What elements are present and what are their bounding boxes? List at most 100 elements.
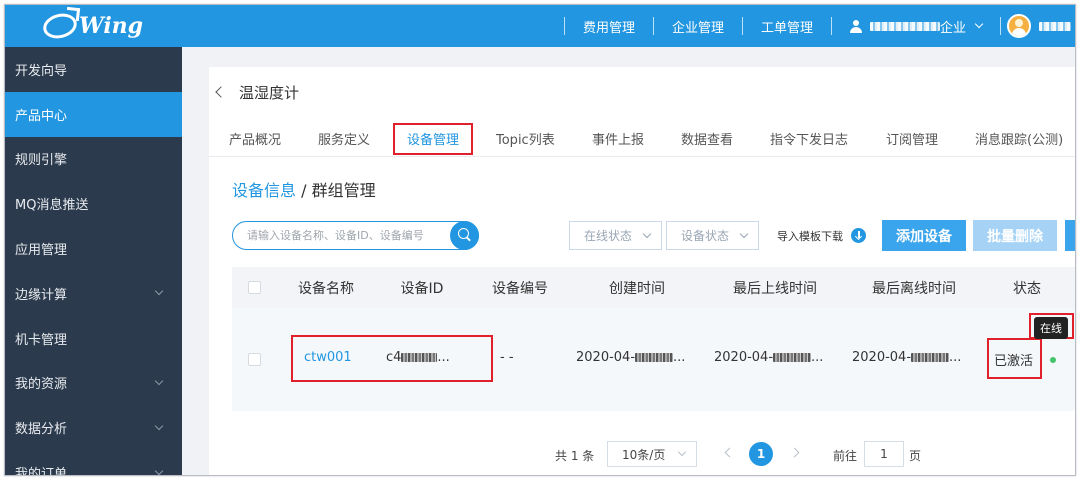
table-row: ctw001 c4... - - 2020-04-... 2020-04-...… bbox=[232, 308, 1075, 411]
device-id-suffix: ... bbox=[437, 350, 450, 365]
last-offline-suffix: ... bbox=[949, 350, 962, 365]
tab-label: 事件上报 bbox=[592, 133, 645, 148]
device-status-select[interactable]: 设备状态 bbox=[666, 221, 759, 250]
sidebar-item-data-analysis[interactable]: 数据分析 bbox=[5, 405, 182, 450]
batch-delete-button[interactable]: 批量删除 bbox=[973, 220, 1057, 251]
sidebar-item-mq-push[interactable]: MQ消息推送 bbox=[5, 181, 182, 226]
online-status-select[interactable]: 在线状态 bbox=[569, 221, 662, 250]
pagination: 共 1 条 10条/页 1 前往 页 bbox=[209, 439, 1075, 469]
main-content: 温湿度计 产品概况 服务定义 设备管理 Topic列表 事件上报 数据查看 指令… bbox=[182, 47, 1075, 475]
company-suffix: 企业 bbox=[939, 20, 966, 36]
page-size-select[interactable]: 10条/页 bbox=[607, 441, 697, 467]
tab-event-report[interactable]: 事件上报 bbox=[592, 121, 644, 157]
template-download-label: 导入模板下载 bbox=[777, 229, 843, 243]
search-input[interactable] bbox=[233, 222, 443, 249]
created-time-prefix: 2020-04- bbox=[576, 350, 636, 365]
goto-page-input[interactable] bbox=[864, 441, 904, 467]
chevron-down-icon bbox=[678, 447, 687, 457]
nav-billing[interactable]: 费用管理 bbox=[565, 17, 653, 36]
tab-label: Topic列表 bbox=[496, 133, 555, 148]
sidebar-item-sim-management[interactable]: 机卡管理 bbox=[5, 316, 182, 361]
sidebar-item-dev-guide[interactable]: 开发向导 bbox=[5, 47, 182, 92]
tab-device-management[interactable]: 设备管理 bbox=[393, 121, 474, 157]
top-bar: Wing 费用管理 企业管理 工单管理 企业 bbox=[5, 5, 1075, 47]
chevron-down-icon bbox=[739, 229, 749, 238]
sidebar-item-label: 我的资源 bbox=[15, 377, 68, 393]
sidebar-item-product-center[interactable]: 产品中心 bbox=[5, 91, 182, 137]
tab-message-tracking[interactable]: 消息跟踪(公测) bbox=[975, 121, 1063, 157]
tab-command-log[interactable]: 指令下发日志 bbox=[770, 121, 848, 157]
search-icon[interactable] bbox=[450, 221, 479, 250]
tab-label: 服务定义 bbox=[318, 133, 371, 148]
tab-topic-list[interactable]: Topic列表 bbox=[496, 121, 555, 157]
page-title: 温湿度计 bbox=[239, 83, 300, 102]
device-id: c4... bbox=[386, 350, 450, 365]
select-value: 10条/页 bbox=[622, 447, 666, 462]
redacted bbox=[911, 353, 950, 362]
logo[interactable]: Wing bbox=[40, 10, 144, 42]
add-device-button[interactable]: 添加设备 bbox=[882, 220, 966, 251]
nav-enterprise[interactable]: 企业管理 bbox=[654, 17, 742, 36]
sidebar-item-label: 规则引擎 bbox=[15, 153, 68, 169]
online-dot-icon bbox=[1050, 357, 1056, 363]
table-header: 设备名称 设备ID 设备编号 创建时间 最后上线时间 最后离线时间 状态 bbox=[232, 267, 1075, 308]
more-button[interactable] bbox=[1065, 220, 1075, 251]
row-checkbox[interactable] bbox=[248, 353, 261, 366]
column-header-last-offline: 最后离线时间 bbox=[872, 280, 956, 297]
sidebar-item-label: 应用管理 bbox=[15, 243, 68, 259]
logo-text: Wing bbox=[79, 13, 144, 39]
sidebar-item-rule-engine[interactable]: 规则引擎 bbox=[5, 137, 182, 182]
template-download-link[interactable]: 导入模板下载 bbox=[777, 221, 866, 250]
column-header-device-name: 设备名称 bbox=[298, 280, 354, 297]
tab-subscriptions[interactable]: 订阅管理 bbox=[886, 121, 938, 157]
sidebar-item-edge-computing[interactable]: 边缘计算 bbox=[5, 271, 182, 316]
company-name-redacted bbox=[869, 21, 940, 31]
company-switcher[interactable]: 企业 bbox=[832, 17, 1000, 36]
last-online-prefix: 2020-04- bbox=[714, 350, 774, 365]
breadcrumb-current: 群组管理 bbox=[311, 181, 376, 200]
page-unit: 页 bbox=[909, 449, 922, 463]
search-box bbox=[232, 221, 479, 250]
next-page-icon[interactable] bbox=[789, 447, 800, 458]
breadcrumb: 设备信息 / 群组管理 bbox=[232, 177, 376, 201]
logo-ring-icon bbox=[40, 10, 80, 42]
nav-tickets[interactable]: 工单管理 bbox=[743, 17, 831, 36]
user-icon bbox=[849, 19, 862, 33]
back-arrow-icon[interactable] bbox=[215, 86, 227, 98]
content-panel: 温湿度计 产品概况 服务定义 设备管理 Topic列表 事件上报 数据查看 指令… bbox=[209, 67, 1075, 475]
last-offline-prefix: 2020-04- bbox=[852, 350, 912, 365]
tab-service-definition[interactable]: 服务定义 bbox=[318, 121, 370, 157]
device-name-link[interactable]: ctw001 bbox=[304, 350, 352, 365]
created-time: 2020-04-... bbox=[576, 350, 685, 365]
total-count: 共 1 条 bbox=[555, 449, 595, 463]
sidebar-item-my-resources[interactable]: 我的资源 bbox=[5, 361, 182, 406]
sidebar-item-label: 边缘计算 bbox=[15, 287, 68, 303]
column-header-status: 状态 bbox=[1013, 280, 1041, 297]
page-header: 温湿度计 bbox=[209, 67, 299, 117]
avatar[interactable] bbox=[1007, 14, 1031, 38]
redacted bbox=[773, 353, 812, 362]
chevron-down-icon bbox=[642, 229, 652, 238]
chevron-down-icon bbox=[974, 19, 984, 29]
sidebar-item-label: 产品中心 bbox=[15, 108, 68, 124]
tab-label: 消息跟踪(公测) bbox=[975, 133, 1064, 148]
sidebar-item-my-orders[interactable]: 我的订单 bbox=[5, 450, 182, 475]
divider bbox=[1000, 17, 1001, 35]
select-all-checkbox[interactable] bbox=[248, 281, 261, 294]
highlight-box bbox=[393, 122, 474, 155]
prev-page-icon[interactable] bbox=[724, 447, 735, 458]
page-number-current[interactable]: 1 bbox=[749, 442, 773, 466]
device-id-prefix: c4 bbox=[386, 350, 402, 365]
chevron-down-icon bbox=[154, 466, 164, 475]
download-icon bbox=[851, 228, 866, 243]
tab-product-overview[interactable]: 产品概况 bbox=[229, 121, 281, 157]
status-badge: 已激活 bbox=[994, 354, 1034, 369]
breadcrumb-separator: / bbox=[301, 181, 307, 200]
tab-data-view[interactable]: 数据查看 bbox=[681, 121, 733, 157]
sidebar-item-app-management[interactable]: 应用管理 bbox=[5, 226, 182, 271]
top-nav: 费用管理 企业管理 工单管理 企业 bbox=[563, 5, 1075, 47]
redacted bbox=[635, 353, 674, 362]
redacted bbox=[401, 353, 438, 362]
breadcrumb-link-device-info[interactable]: 设备信息 bbox=[232, 181, 296, 200]
sidebar-item-label: 机卡管理 bbox=[15, 332, 68, 348]
